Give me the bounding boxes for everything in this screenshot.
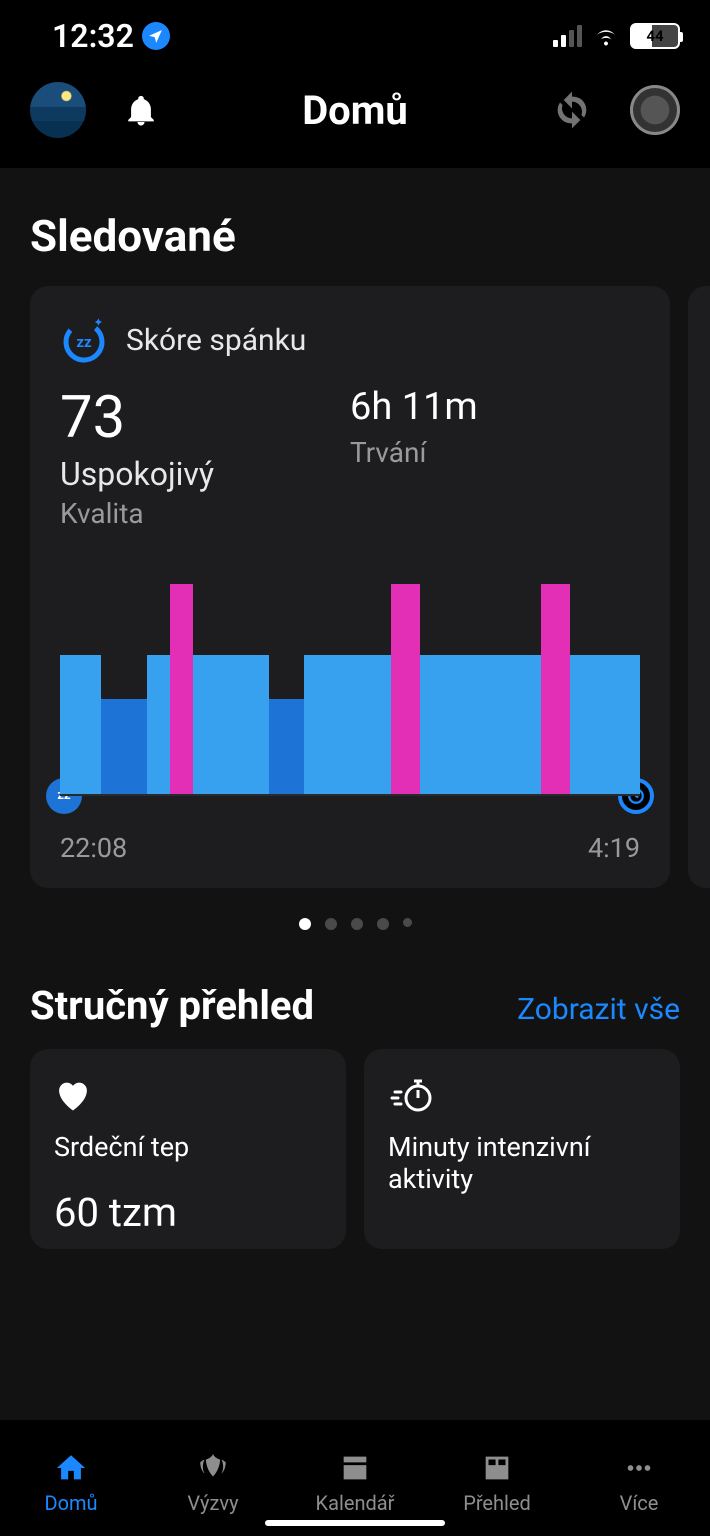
tab-home[interactable]: Domů [0,1421,142,1536]
heart-icon [54,1075,322,1115]
sleep-duration-value: 6h 11m [350,388,640,428]
tab-more-label: Více [620,1491,659,1515]
intensity-minutes-card[interactable]: Minuty intenzivní aktivity [364,1049,680,1249]
sleep-score-value: 73 [60,388,350,449]
sleep-segment-light [193,655,268,794]
stopwatch-icon [388,1075,656,1115]
tab-challenges-label: Výzvy [187,1491,238,1515]
sleep-segment-rem [391,584,420,794]
sleep-segment-light [570,655,640,794]
home-indicator [265,1520,445,1526]
sleep-start-time: 22:08 [60,832,127,864]
intensity-title: Minuty intenzivní aktivity [388,1131,656,1196]
tab-challenges[interactable]: Výzvy [142,1421,284,1536]
sleep-quality-value: Uspokojivý [60,455,350,493]
sleep-segment-light [147,655,170,794]
sleep-segment-deep [101,699,147,794]
sleep-segment-rem [541,584,570,794]
sleep-icon: zz [60,316,108,364]
profile-avatar[interactable] [30,82,86,138]
status-right: 44 [553,23,680,49]
sleep-end-time: 4:19 [588,832,640,864]
app-header: Domů [0,64,710,168]
next-card-peek[interactable] [688,286,710,888]
sleep-duration-label: Trvání [350,436,640,469]
sleep-score-card[interactable]: zz Skóre spánku 73 Uspokojivý Kvalita 6h… [30,286,670,888]
sleep-segment-light [60,655,101,794]
pager-dot[interactable] [299,918,311,930]
page-title: Domů [302,87,408,134]
heart-rate-card[interactable]: Srdeční tep 60 tzm [30,1049,346,1249]
sleep-segment-light [420,655,542,794]
battery-value: 44 [646,27,663,45]
clock-time: 12:32 [52,17,134,55]
pager-dot[interactable] [351,918,363,930]
tab-overview-label: Přehled [463,1491,531,1515]
pager-dot[interactable] [325,918,337,930]
show-all-link[interactable]: Zobrazit vše [517,992,680,1027]
status-bar: 12:32 44 [0,0,710,64]
heart-rate-title: Srdeční tep [54,1131,322,1163]
pager-dot[interactable] [403,918,412,927]
status-left: 12:32 [52,17,170,55]
device-watch-icon[interactable] [630,85,680,135]
cellular-icon [553,25,582,47]
sleep-segment-rem [170,584,193,794]
watched-section-title: Sledované [0,168,710,286]
tab-bar: Domů Výzvy Kalendář Přehled Více [0,1420,710,1536]
sleep-quality-label: Kvalita [60,497,350,530]
svg-text:zz: zz [76,333,92,351]
notifications-icon[interactable] [124,91,158,129]
tab-overview[interactable]: Přehled [426,1421,568,1536]
sleep-segment-light [304,655,391,794]
pager-dot[interactable] [377,918,389,930]
card-pager-dots[interactable] [0,918,710,930]
tab-calendar[interactable]: Kalendář [284,1421,426,1536]
sync-icon[interactable] [552,90,592,130]
wifi-icon [592,26,620,46]
tab-more[interactable]: Více [568,1421,710,1536]
location-icon [142,22,170,50]
tab-calendar-label: Kalendář [316,1491,395,1515]
sleep-segment-deep [269,699,304,794]
tab-home-label: Domů [44,1491,97,1515]
heart-rate-value: 60 tzm [54,1189,322,1236]
overview-section-title: Stručný přehled [30,982,314,1029]
sleep-stages-chart [60,576,640,796]
battery-icon: 44 [630,23,680,49]
sleep-card-title: Skóre spánku [126,323,306,358]
